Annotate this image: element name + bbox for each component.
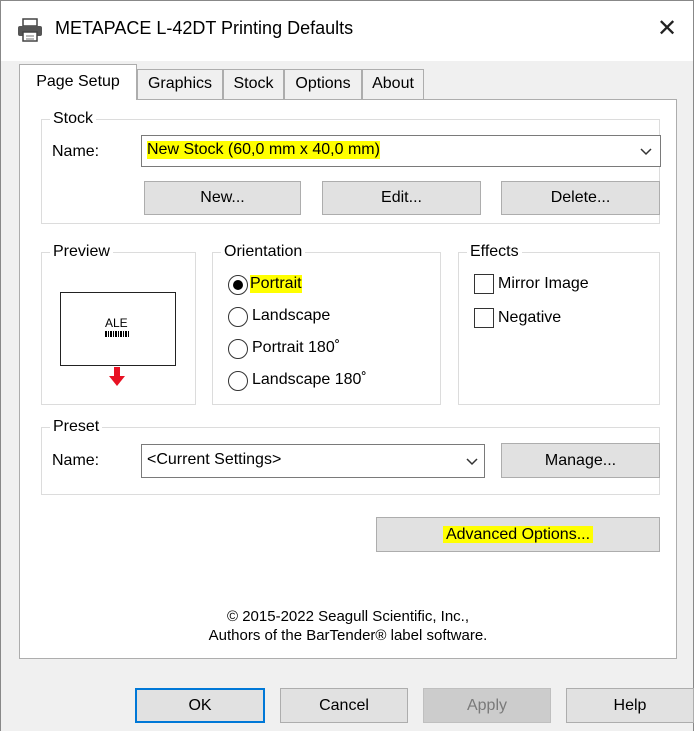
stock-name-label: Name: bbox=[52, 143, 100, 160]
mirror-image-label: Mirror Image bbox=[498, 275, 589, 292]
stock-selected-value: New Stock (60,0 mm x 40,0 mm) bbox=[147, 141, 380, 159]
tab-options[interactable]: Options bbox=[284, 69, 362, 99]
advanced-options-label: Advanced Options... bbox=[442, 526, 594, 543]
stock-name-select[interactable]: New Stock (60,0 mm x 40,0 mm) bbox=[141, 135, 661, 167]
stock-group-label: Stock bbox=[50, 110, 97, 128]
preset-name-select[interactable]: <Current Settings> bbox=[141, 444, 485, 478]
orientation-portrait-radio[interactable]: Portrait bbox=[228, 273, 348, 297]
mirror-image-checkbox[interactable]: Mirror Image bbox=[474, 273, 624, 297]
preview-sample-text: ALE bbox=[105, 316, 128, 330]
window-title: METAPACE L-42DT Printing Defaults bbox=[55, 18, 354, 38]
barcode-icon bbox=[105, 331, 129, 337]
radio-button-icon bbox=[228, 339, 248, 359]
tab-stock[interactable]: Stock bbox=[223, 69, 284, 99]
copyright-line-2: Authors of the BarTender® label software… bbox=[208, 627, 488, 644]
orientation-portrait-180-label: Portrait 180˚ bbox=[252, 339, 341, 356]
checkbox-icon bbox=[474, 274, 494, 294]
orientation-portrait-180-radio[interactable]: Portrait 180˚ bbox=[228, 337, 378, 361]
copyright-line-1: © 2015-2022 Seagull Scientific, Inc., bbox=[226, 608, 470, 625]
apply-button[interactable]: Apply bbox=[423, 688, 551, 723]
orientation-landscape-180-label: Landscape 180˚ bbox=[252, 371, 367, 388]
close-icon: ✕ bbox=[656, 15, 678, 42]
preset-selected-value: <Current Settings> bbox=[147, 451, 282, 468]
printer-icon bbox=[18, 18, 42, 42]
negative-label: Negative bbox=[498, 309, 562, 326]
preset-manage-button[interactable]: Manage... bbox=[501, 443, 660, 478]
label-preview: ALE bbox=[60, 292, 176, 366]
radio-button-icon bbox=[228, 275, 248, 295]
radio-button-icon bbox=[228, 371, 248, 391]
chevron-down-icon bbox=[466, 458, 478, 466]
copyright-text: © 2015-2022 Seagull Scientific, Inc., Au… bbox=[19, 607, 677, 645]
close-button[interactable]: ✕ bbox=[650, 12, 684, 46]
preview-group-label: Preview bbox=[50, 243, 113, 261]
chevron-down-icon bbox=[640, 148, 652, 156]
help-button[interactable]: Help bbox=[566, 688, 694, 723]
tab-page-setup[interactable]: Page Setup bbox=[19, 64, 137, 100]
orientation-landscape-label: Landscape bbox=[252, 307, 331, 324]
checkbox-icon bbox=[474, 308, 494, 328]
negative-checkbox[interactable]: Negative bbox=[474, 307, 624, 331]
preset-group-label: Preset bbox=[50, 418, 103, 436]
radio-button-icon bbox=[228, 307, 248, 327]
tab-graphics[interactable]: Graphics bbox=[137, 69, 223, 99]
stock-delete-button[interactable]: Delete... bbox=[501, 181, 660, 215]
tab-about[interactable]: About bbox=[362, 69, 424, 99]
stock-edit-button[interactable]: Edit... bbox=[322, 181, 481, 215]
orientation-landscape-180-radio[interactable]: Landscape 180˚ bbox=[228, 369, 398, 393]
feed-direction-arrow-icon bbox=[109, 367, 125, 386]
effects-group-label: Effects bbox=[467, 243, 522, 261]
cancel-button[interactable]: Cancel bbox=[280, 688, 408, 723]
orientation-landscape-radio[interactable]: Landscape bbox=[228, 305, 368, 329]
orientation-portrait-label: Portrait bbox=[250, 275, 302, 293]
stock-new-button[interactable]: New... bbox=[144, 181, 301, 215]
ok-button[interactable]: OK bbox=[135, 688, 265, 723]
preset-name-label: Name: bbox=[52, 452, 100, 469]
advanced-options-button[interactable]: Advanced Options... bbox=[376, 517, 660, 552]
orientation-group-label: Orientation bbox=[221, 243, 306, 261]
